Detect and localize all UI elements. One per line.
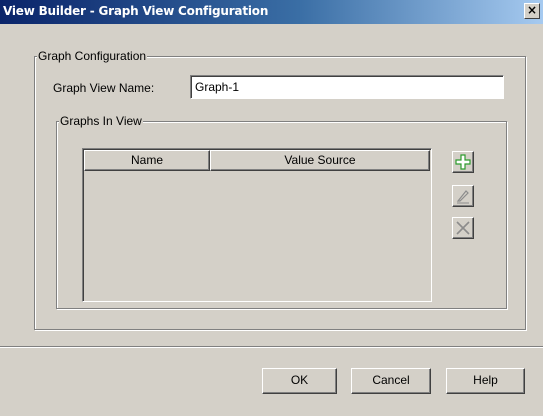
graphs-table-body[interactable] [84,171,430,300]
graph-configuration-group: Graph Configuration Graph View Name: Gra… [34,49,526,330]
graphs-in-view-group: Graphs In View Name Value Source [56,114,507,309]
graph-view-name-input[interactable] [190,75,504,99]
graph-view-name-label: Graph View Name: [53,81,155,95]
help-button[interactable]: Help [446,368,525,394]
close-icon: × [526,3,538,17]
graph-configuration-legend: Graph Configuration [37,49,148,63]
delete-icon [456,221,470,235]
edit-graph-button[interactable] [452,185,474,207]
delete-graph-button[interactable] [452,217,474,239]
title-bar[interactable]: View Builder - Graph View Configuration … [0,0,543,24]
graph-view-config-dialog: View Builder - Graph View Configuration … [0,0,543,416]
footer-separator [0,346,543,348]
edit-icon [456,190,469,204]
ok-button[interactable]: OK [262,368,337,394]
add-graph-button[interactable] [452,151,474,173]
graphs-in-view-legend: Graphs In View [59,114,143,128]
close-button[interactable]: × [524,3,540,19]
column-header-name[interactable]: Name [84,150,210,171]
add-icon [455,154,471,170]
column-header-value-source[interactable]: Value Source [210,150,430,171]
window-title: View Builder - Graph View Configuration [3,4,269,18]
cancel-button[interactable]: Cancel [351,368,431,394]
graphs-table[interactable]: Name Value Source [82,148,432,302]
